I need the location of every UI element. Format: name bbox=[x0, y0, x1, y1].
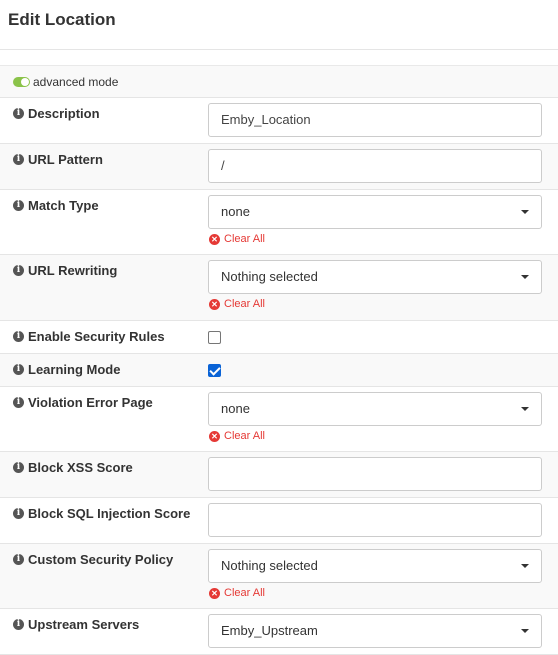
caret-down-icon bbox=[521, 629, 529, 633]
clear-all-label: Clear All bbox=[224, 233, 265, 245]
enable-security-rules-row: i Enable Security Rules bbox=[0, 321, 558, 354]
violation-error-page-label: Violation Error Page bbox=[28, 395, 153, 410]
page-title: Edit Location bbox=[8, 10, 116, 29]
info-icon[interactable]: i bbox=[13, 108, 24, 119]
match-type-value: none bbox=[221, 204, 250, 219]
url-rewriting-value: Nothing selected bbox=[221, 269, 318, 284]
description-input[interactable]: Emby_Location bbox=[208, 103, 542, 137]
caret-down-icon bbox=[521, 210, 529, 214]
learning-mode-checkbox[interactable] bbox=[208, 364, 221, 377]
info-icon[interactable]: i bbox=[13, 619, 24, 630]
info-icon[interactable]: i bbox=[13, 265, 24, 276]
block-xss-score-input[interactable] bbox=[208, 457, 542, 491]
info-icon[interactable]: i bbox=[13, 462, 24, 473]
url-rewriting-row: i URL Rewriting Nothing selected ✕ Clear A… bbox=[0, 255, 558, 321]
custom-security-policy-row: i Custom Security Policy Nothing selected… bbox=[0, 544, 558, 609]
block-sql-injection-score-label: Block SQL Injection Score bbox=[28, 506, 191, 521]
custom-security-policy-clear-all[interactable]: ✕ Clear All bbox=[208, 587, 542, 599]
description-label: Description bbox=[28, 106, 100, 121]
description-row: i Description Emby_Location bbox=[0, 98, 558, 144]
url-pattern-input[interactable]: / bbox=[208, 149, 542, 183]
caret-down-icon bbox=[521, 275, 529, 279]
info-icon[interactable]: i bbox=[13, 508, 24, 519]
location-form: advanced mode i Description Emby_Location… bbox=[0, 65, 558, 655]
info-icon[interactable]: i bbox=[13, 331, 24, 342]
block-xss-score-label: Block XSS Score bbox=[28, 460, 133, 475]
block-xss-score-row: i Block XSS Score bbox=[0, 452, 558, 498]
caret-down-icon bbox=[521, 407, 529, 411]
block-sql-injection-score-input[interactable] bbox=[208, 503, 542, 537]
url-pattern-row: i URL Pattern / bbox=[0, 144, 558, 190]
violation-error-page-clear-all[interactable]: ✕ Clear All bbox=[208, 430, 542, 442]
clear-all-label: Clear All bbox=[224, 587, 265, 599]
times-circle-icon: ✕ bbox=[209, 233, 220, 245]
times-circle-icon: ✕ bbox=[209, 587, 220, 599]
url-rewriting-select[interactable]: Nothing selected bbox=[208, 260, 542, 294]
violation-error-page-select[interactable]: none bbox=[208, 392, 542, 426]
learning-mode-row: i Learning Mode bbox=[0, 354, 558, 387]
match-type-label: Match Type bbox=[28, 198, 99, 213]
dialog-header: Edit Location bbox=[0, 0, 558, 50]
upstream-servers-row: i Upstream Servers Emby_Upstream bbox=[0, 609, 558, 655]
enable-security-rules-label: Enable Security Rules bbox=[28, 329, 165, 344]
times-circle-icon: ✕ bbox=[209, 298, 220, 310]
times-circle-icon: ✕ bbox=[209, 430, 220, 442]
upstream-servers-value: Emby_Upstream bbox=[221, 623, 318, 638]
info-icon[interactable]: i bbox=[13, 154, 24, 165]
custom-security-policy-select[interactable]: Nothing selected bbox=[208, 549, 542, 583]
info-icon[interactable]: i bbox=[13, 200, 24, 211]
match-type-clear-all[interactable]: ✕ Clear All bbox=[208, 233, 542, 245]
clear-all-label: Clear All bbox=[224, 430, 265, 442]
upstream-servers-label: Upstream Servers bbox=[28, 617, 140, 632]
custom-security-policy-label: Custom Security Policy bbox=[28, 552, 174, 567]
caret-down-icon bbox=[521, 564, 529, 568]
advanced-mode-toggle[interactable] bbox=[13, 76, 30, 87]
custom-security-policy-value: Nothing selected bbox=[221, 558, 318, 573]
violation-error-page-value: none bbox=[221, 401, 250, 416]
learning-mode-label: Learning Mode bbox=[28, 362, 121, 377]
match-type-row: i Match Type none ✕ Clear All bbox=[0, 190, 558, 255]
block-sql-injection-score-row: i Block SQL Injection Score bbox=[0, 498, 558, 544]
advanced-mode-row: advanced mode bbox=[0, 66, 558, 98]
info-icon[interactable]: i bbox=[13, 364, 24, 375]
violation-error-page-row: i Violation Error Page none ✕ Clear All bbox=[0, 387, 558, 452]
info-icon[interactable]: i bbox=[13, 554, 24, 565]
info-icon[interactable]: i bbox=[13, 397, 24, 408]
url-rewriting-clear-all[interactable]: ✕ Clear All bbox=[208, 298, 542, 310]
clear-all-label: Clear All bbox=[224, 298, 265, 310]
enable-security-rules-checkbox[interactable] bbox=[208, 331, 221, 344]
match-type-select[interactable]: none bbox=[208, 195, 542, 229]
url-rewriting-label: URL Rewriting bbox=[28, 263, 118, 278]
url-pattern-label: URL Pattern bbox=[28, 152, 103, 167]
advanced-mode-label: advanced mode bbox=[33, 74, 119, 89]
